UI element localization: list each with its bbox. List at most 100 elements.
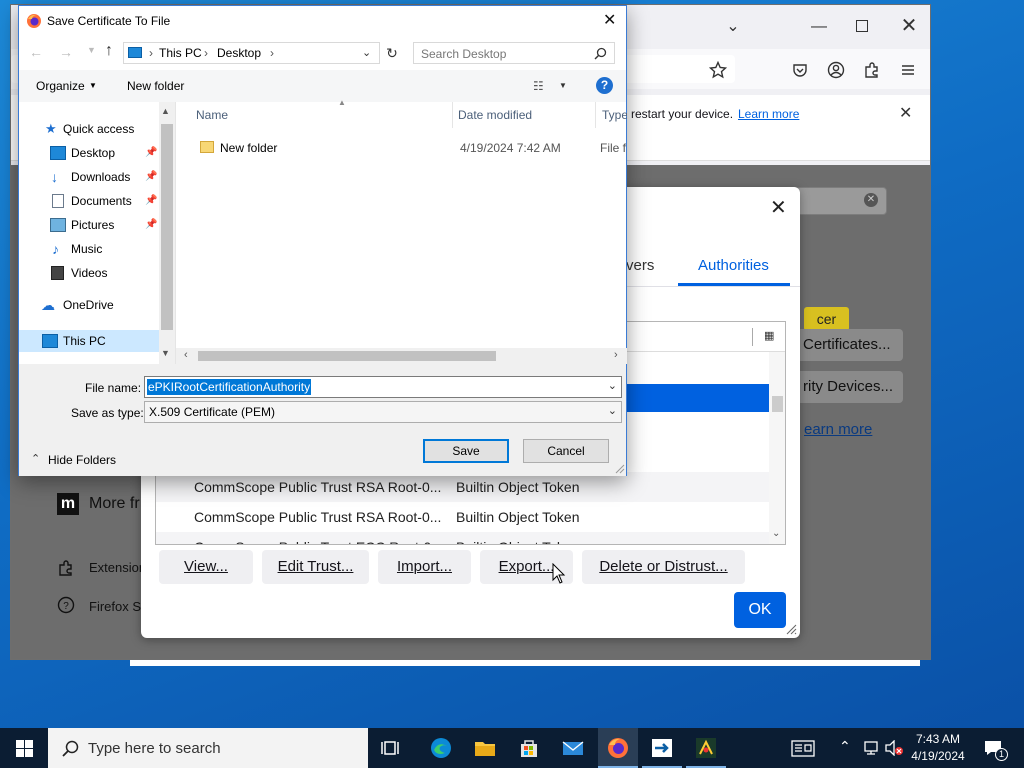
nav-scroll-down-icon[interactable]: ▼: [161, 348, 170, 358]
search-input[interactable]: Search Desktop: [413, 42, 615, 64]
scrollbar-thumb[interactable]: [772, 396, 783, 412]
list-scrollbar[interactable]: ⌄: [769, 352, 785, 544]
column-header-type[interactable]: Type: [602, 102, 627, 128]
nav-scrollbar[interactable]: ▲ ▼: [159, 102, 175, 364]
dialog-resize-grip-icon[interactable]: [615, 464, 625, 474]
network-icon[interactable]: [862, 740, 880, 756]
file-explorer-icon[interactable]: [473, 736, 497, 760]
breadcrumb-this-pc[interactable]: This PC: [159, 46, 202, 60]
tab-list-chevron-icon[interactable]: ⌄: [721, 15, 745, 39]
microsoft-store-icon[interactable]: [517, 736, 541, 760]
back-arrow-icon[interactable]: ←: [29, 44, 43, 60]
recent-locations-chevron-icon[interactable]: ▼: [87, 45, 96, 55]
up-arrow-icon[interactable]: ↑: [105, 42, 113, 60]
extensions-puzzle-icon: [59, 560, 72, 576]
remote-app-icon[interactable]: [650, 736, 674, 760]
taskbar-search-box[interactable]: Type here to search: [48, 728, 368, 768]
column-header-date[interactable]: Date modified: [458, 102, 598, 128]
column-header-name[interactable]: Name: [196, 102, 451, 128]
minimize-icon[interactable]: —: [807, 15, 831, 39]
file-list-pane: ▲ Name Date modified Type New folder 4/1…: [175, 98, 627, 364]
nav-item-documents[interactable]: Documents 📌: [19, 190, 159, 212]
column-picker-icon[interactable]: ▦: [764, 329, 774, 342]
view-button[interactable]: View...: [159, 550, 253, 584]
ok-button[interactable]: OK: [734, 592, 786, 628]
nav-item-quick-access[interactable]: ★ Quick access: [19, 118, 159, 140]
table-row[interactable]: CommScope Public Trust RSA Root-0... Bui…: [156, 472, 769, 502]
new-folder-button[interactable]: New folder: [127, 79, 184, 93]
h-scrollbar-thumb[interactable]: [198, 351, 496, 361]
search-highlight-tooltip: cer: [804, 307, 849, 331]
help-icon[interactable]: ?: [596, 77, 613, 94]
nav-item-videos[interactable]: Videos: [19, 262, 159, 284]
view-options-dropdown-icon[interactable]: ▼: [559, 81, 567, 90]
sidebar-more-from-mozilla[interactable]: More fr: [89, 495, 140, 513]
edit-trust-button[interactable]: Edit Trust...: [262, 550, 369, 584]
sidebar-extensions[interactable]: Extension: [89, 560, 146, 575]
firefox-taskbar-icon[interactable]: [606, 736, 630, 760]
organize-button[interactable]: Organize: [36, 79, 85, 93]
nav-item-desktop[interactable]: Desktop 📌: [19, 142, 159, 164]
notification-learn-more-link[interactable]: Learn more: [738, 107, 799, 121]
resize-grip-icon[interactable]: [785, 623, 797, 635]
forward-arrow-icon[interactable]: →: [59, 44, 73, 60]
close-window-icon[interactable]: ✕: [897, 14, 921, 38]
scroll-right-icon[interactable]: ›: [614, 349, 618, 361]
nav-item-downloads[interactable]: ↓ Downloads 📌: [19, 166, 159, 188]
show-hidden-icons-chevron-icon[interactable]: ⌃: [839, 738, 851, 755]
news-widget-icon[interactable]: [791, 740, 815, 757]
menu-hamburger-icon[interactable]: [899, 61, 917, 79]
clock-date[interactable]: 4/19/2024: [908, 749, 968, 763]
scroll-down-icon[interactable]: ⌄: [772, 528, 780, 539]
certificate-manager-close-icon[interactable]: ✕: [770, 195, 787, 220]
nav-item-pictures[interactable]: Pictures 📌: [19, 214, 159, 236]
pocket-icon[interactable]: [791, 61, 809, 79]
breadcrumb-desktop[interactable]: Desktop: [217, 46, 261, 60]
import-button[interactable]: Import...: [378, 550, 471, 584]
cancel-button[interactable]: Cancel: [523, 439, 609, 463]
clear-search-icon[interactable]: ✕: [864, 193, 878, 207]
scroll-left-icon[interactable]: ‹: [184, 349, 188, 361]
address-bar-row: ← → ▼ ↑ › This PC › Desktop › ⌄ ↻ Search…: [19, 36, 626, 70]
clock-time[interactable]: 7:43 AM: [912, 732, 964, 746]
account-icon[interactable]: [827, 61, 845, 79]
delete-or-distrust-button[interactable]: Delete or Distrust...: [582, 550, 745, 584]
file-name-input[interactable]: ePKIRootCertificationAuthority ⌄: [144, 376, 622, 398]
nav-item-this-pc[interactable]: This PC: [19, 330, 159, 352]
sidebar-firefox-support[interactable]: Firefox S: [89, 599, 141, 614]
nav-item-onedrive[interactable]: ☁ OneDrive: [19, 294, 159, 316]
utility-app-icon[interactable]: [694, 736, 718, 760]
table-row[interactable]: CommScope Public Trust ECC Root-0... Bui…: [156, 532, 769, 544]
view-certificates-button[interactable]: Certificates...: [793, 329, 903, 361]
notification-close-icon[interactable]: ✕: [899, 103, 912, 123]
save-button[interactable]: Save: [423, 439, 509, 463]
save-as-type-dropdown-icon[interactable]: ⌄: [608, 404, 617, 417]
organize-dropdown-icon[interactable]: ▼: [89, 81, 97, 90]
nav-scrollbar-thumb[interactable]: [161, 124, 173, 330]
view-options-icon[interactable]: ☷: [533, 79, 544, 93]
mail-icon[interactable]: [561, 736, 585, 760]
edge-browser-icon[interactable]: [429, 736, 453, 760]
task-view-icon[interactable]: [380, 736, 404, 760]
extensions-icon[interactable]: [863, 61, 881, 79]
refresh-icon[interactable]: ↻: [381, 42, 403, 64]
save-dialog-close-icon[interactable]: ✕: [603, 10, 616, 30]
file-name-dropdown-icon[interactable]: ⌄: [608, 379, 617, 392]
column-divider: [752, 328, 753, 346]
horizontal-scrollbar[interactable]: ‹ ›: [176, 348, 627, 364]
nav-item-music[interactable]: ♪ Music: [19, 238, 159, 260]
certificates-learn-more-link[interactable]: earn more: [804, 421, 872, 438]
windows-start-icon[interactable]: [16, 740, 33, 757]
nav-scroll-up-icon[interactable]: ▲: [161, 106, 170, 116]
tab-authorities[interactable]: Authorities: [698, 257, 769, 274]
save-as-type-select[interactable]: X.509 Certificate (PEM) ⌄: [144, 401, 622, 423]
breadcrumb[interactable]: › This PC › Desktop › ⌄: [123, 42, 380, 64]
maximize-icon[interactable]: [856, 20, 868, 32]
mouse-cursor-icon: [552, 563, 566, 584]
bookmark-star-icon[interactable]: [709, 61, 727, 79]
table-row[interactable]: CommScope Public Trust RSA Root-0... Bui…: [156, 502, 769, 532]
volume-muted-icon[interactable]: [884, 740, 904, 756]
security-devices-button[interactable]: rity Devices...: [793, 371, 903, 403]
list-item[interactable]: New folder 4/19/2024 7:42 AM File fo: [192, 136, 626, 160]
address-dropdown-chevron-icon[interactable]: ⌄: [362, 46, 371, 59]
